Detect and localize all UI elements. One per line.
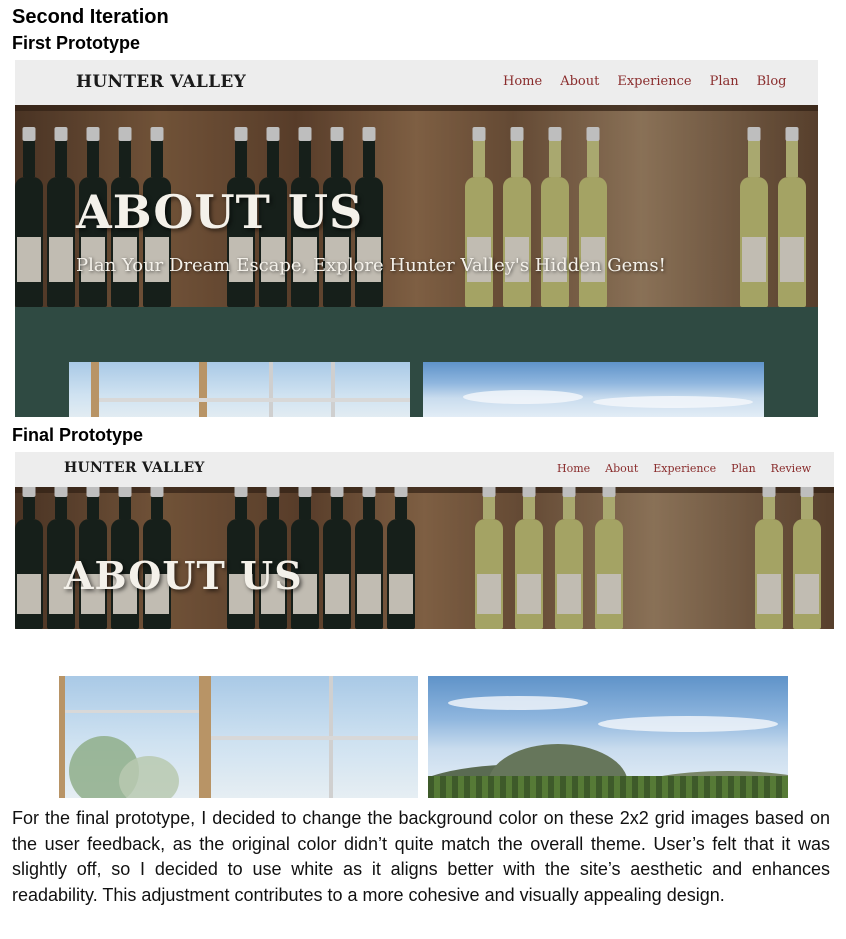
first-prototype-screenshot: HUNTER VALLEY Home About Experience Plan… bbox=[15, 60, 818, 417]
hero-banner: ABOUT US Plan Your Dream Escape, Explore… bbox=[15, 105, 818, 307]
final-prototype-screenshot: HUNTER VALLEY Home About Experience Plan… bbox=[15, 452, 834, 798]
vineyard-sky-image bbox=[428, 676, 788, 798]
final-prototype-heading: Final Prototype bbox=[12, 425, 144, 445]
nav-home[interactable]: Home bbox=[557, 462, 590, 475]
nav-plan[interactable]: Plan bbox=[710, 74, 739, 89]
navbar: HUNTER VALLEY Home About Experience Plan… bbox=[15, 60, 818, 105]
nav-blog[interactable]: Blog bbox=[757, 74, 787, 89]
nav-experience[interactable]: Experience bbox=[617, 74, 691, 89]
brand-logo[interactable]: HUNTER VALLEY bbox=[76, 72, 246, 92]
section-heading: Second Iteration bbox=[12, 6, 169, 28]
hero-banner: ABOUT US bbox=[15, 487, 834, 629]
vineyard-sky-image bbox=[423, 362, 764, 417]
brand-logo[interactable]: HUNTER VALLEY bbox=[64, 460, 205, 476]
nav-plan[interactable]: Plan bbox=[731, 462, 756, 475]
window-view-image bbox=[69, 362, 410, 417]
hero-title: ABOUT US bbox=[64, 553, 303, 598]
nav-menu: Home About Experience Plan Review bbox=[557, 462, 811, 475]
description-paragraph: For the final prototype, I decided to ch… bbox=[12, 808, 830, 905]
nav-about[interactable]: About bbox=[560, 74, 599, 89]
hero-title: ABOUT US bbox=[76, 185, 364, 239]
nav-about[interactable]: About bbox=[605, 462, 638, 475]
nav-experience[interactable]: Experience bbox=[653, 462, 716, 475]
nav-review[interactable]: Review bbox=[771, 462, 811, 475]
nav-home[interactable]: Home bbox=[503, 74, 542, 89]
nav-menu: Home About Experience Plan Blog bbox=[503, 74, 786, 89]
window-view-image bbox=[59, 676, 418, 798]
navbar: HUNTER VALLEY Home About Experience Plan… bbox=[15, 452, 834, 487]
hero-subtitle: Plan Your Dream Escape, Explore Hunter V… bbox=[76, 255, 666, 276]
first-prototype-heading: First Prototype bbox=[12, 33, 141, 53]
